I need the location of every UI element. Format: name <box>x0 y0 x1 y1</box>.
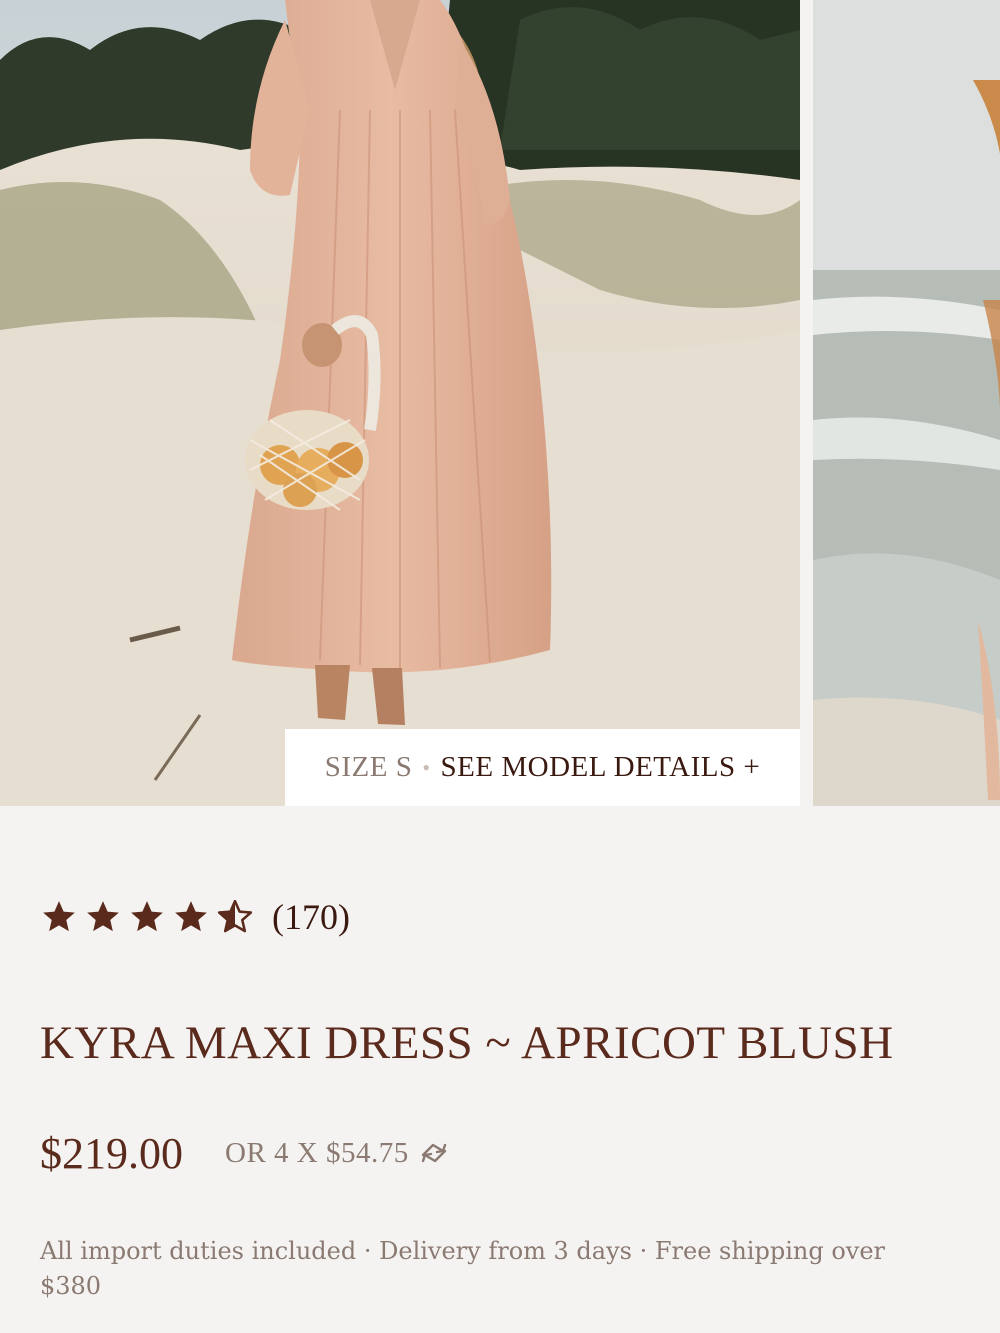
star-full-icon <box>43 901 75 932</box>
product-price: $219.00 <box>40 1128 183 1178</box>
product-title: KYRA MAXI DRESS ~ APRICOT BLUSH <box>40 1017 894 1069</box>
star-full-icon <box>175 901 207 932</box>
product-rating[interactable]: (170) <box>40 893 350 941</box>
review-count[interactable]: (170) <box>272 896 350 938</box>
price-row: $219.00 OR 4 X $54.75 <box>40 1125 449 1181</box>
model-size-label: SIZE S <box>324 751 413 783</box>
product-photo-next[interactable] <box>813 0 1000 806</box>
star-full-icon <box>131 901 163 932</box>
model-details-badge[interactable]: SIZE S • SEE MODEL DETAILS + <box>285 729 800 806</box>
product-photo-main[interactable] <box>0 0 800 806</box>
star-full-icon <box>87 901 119 932</box>
shipping-info: All import duties included · Delivery fr… <box>40 1237 886 1300</box>
beach-model-photo <box>0 0 800 806</box>
see-model-details-link[interactable]: SEE MODEL DETAILS + <box>441 751 761 784</box>
installments-info[interactable]: OR 4 X $54.75 <box>225 1137 449 1170</box>
product-image-gallery[interactable]: SIZE S • SEE MODEL DETAILS + <box>0 0 1000 806</box>
installments-text: OR 4 X $54.75 <box>225 1136 409 1169</box>
star-rating <box>40 898 254 936</box>
ocean-photo <box>813 0 1000 806</box>
star-half-icon <box>217 899 253 933</box>
afterpay-loop-icon <box>421 1143 446 1163</box>
separator-dot: • <box>422 754 431 780</box>
